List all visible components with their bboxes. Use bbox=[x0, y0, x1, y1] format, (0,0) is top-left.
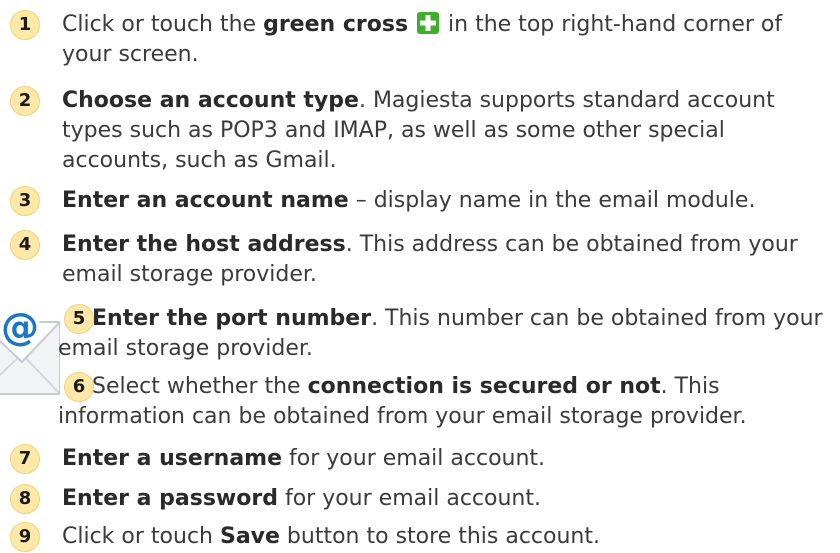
step-5-text: Enter the port number. This number can b… bbox=[58, 306, 823, 361]
step-1-text: Click or touch the green cross in the to… bbox=[62, 12, 783, 67]
step-2-text: Choose an account type. Magiesta support… bbox=[62, 88, 775, 173]
step-number-badge: 3 bbox=[10, 186, 40, 216]
step-number-badge: 1 bbox=[10, 10, 40, 40]
step-number-badge: 2 bbox=[10, 86, 40, 116]
step-9-text: Click or touch Save button to store this… bbox=[62, 524, 600, 549]
green-plus-icon bbox=[417, 12, 440, 34]
step-6-text: Select whether the connection is secured… bbox=[58, 374, 747, 429]
step-number-badge: 8 bbox=[10, 484, 40, 514]
email-envelope-icon: @ bbox=[0, 305, 60, 395]
step-3-text: Enter an account name – display name in … bbox=[62, 188, 756, 213]
step-number-badge: 9 bbox=[10, 522, 40, 552]
step-number-badge: 4 bbox=[10, 230, 40, 260]
step-number-badge: 7 bbox=[10, 444, 40, 474]
svg-text:@: @ bbox=[1, 305, 39, 349]
step-4-text: Enter the host address. This address can… bbox=[62, 232, 798, 287]
step-8-text: Enter a password for your email account. bbox=[62, 486, 541, 511]
step-7-text: Enter a username for your email account. bbox=[62, 446, 546, 471]
